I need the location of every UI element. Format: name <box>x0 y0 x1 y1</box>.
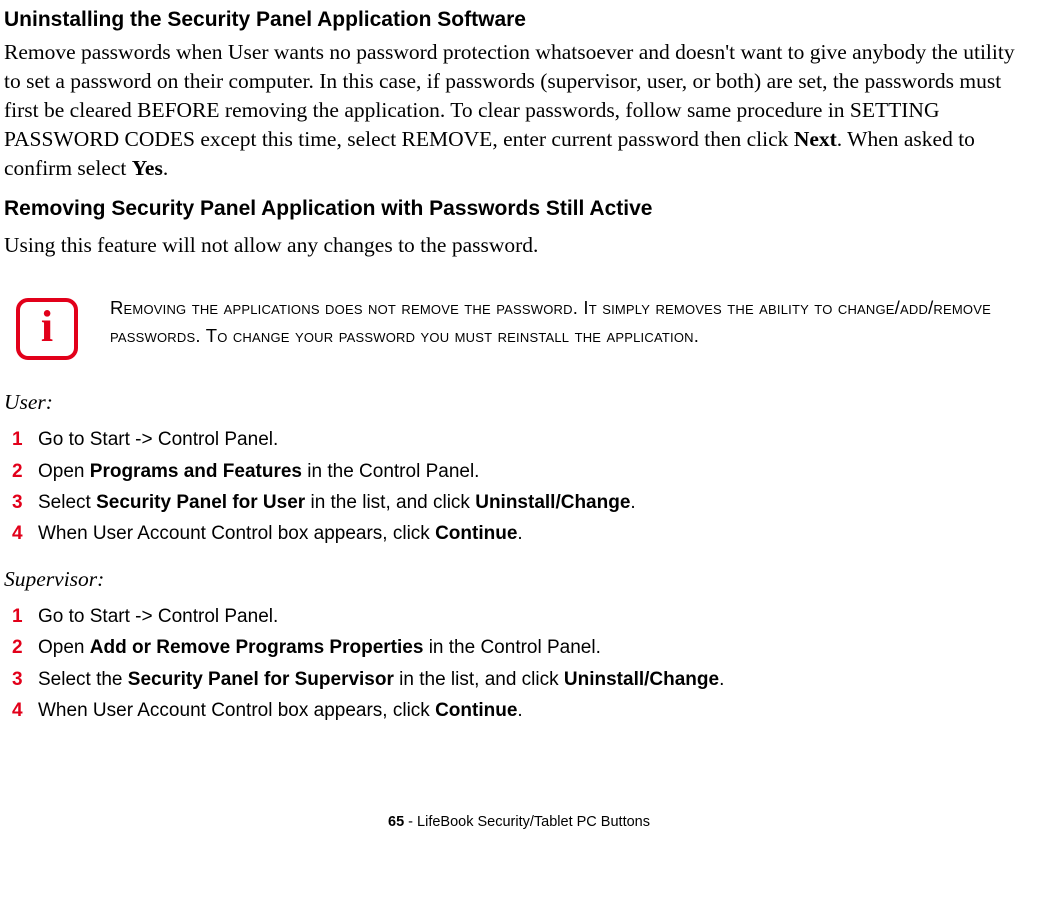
steps-supervisor: 1 Go to Start -> Control Panel. 2 Open A… <box>4 602 1034 728</box>
footer-title: LifeBook Security/Tablet PC Buttons <box>417 814 650 830</box>
text-span: Go to Start -> Control Panel. <box>38 606 278 627</box>
text-span: Open <box>38 461 90 482</box>
footer-separator: - <box>404 814 417 830</box>
bold-span: Continue <box>435 700 517 721</box>
bold-yes: Yes <box>132 156 163 180</box>
list-item: 3 Select Security Panel for User in the … <box>4 488 1034 519</box>
bold-span: Programs and Features <box>90 461 302 482</box>
page-footer: 65 - LifeBook Security/Tablet PC Buttons <box>4 814 1034 830</box>
bold-span: Continue <box>435 523 517 544</box>
text-span: Open <box>38 637 90 658</box>
list-item: 1 Go to Start -> Control Panel. <box>4 602 1034 633</box>
step-number: 4 <box>4 696 38 725</box>
text-span: Select <box>38 492 96 513</box>
list-item: 4 When User Account Control box appears,… <box>4 519 1034 550</box>
bold-span: Uninstall/Change <box>564 669 719 690</box>
steps-user: 1 Go to Start -> Control Panel. 2 Open P… <box>4 425 1034 551</box>
step-text: When User Account Control box appears, c… <box>38 519 523 548</box>
text-span: in the list, and click <box>394 669 564 690</box>
info-icon: i <box>16 298 78 360</box>
bold-span: Security Panel for Supervisor <box>128 669 394 690</box>
label-supervisor: Supervisor: <box>4 567 1034 592</box>
text-span: Go to Start -> Control Panel. <box>38 429 278 450</box>
text-span: Select the <box>38 669 128 690</box>
list-item: 4 When User Account Control box appears,… <box>4 696 1034 727</box>
step-number: 3 <box>4 665 38 694</box>
bold-span: Uninstall/Change <box>475 492 630 513</box>
text-span: When User Account Control box appears, c… <box>38 700 435 721</box>
step-number: 4 <box>4 519 38 548</box>
page-number: 65 <box>388 814 404 830</box>
bold-span: Add or Remove Programs Properties <box>90 637 424 658</box>
step-text: Go to Start -> Control Panel. <box>38 602 278 631</box>
step-number: 3 <box>4 488 38 517</box>
step-text: Select Security Panel for User in the li… <box>38 488 636 517</box>
list-item: 1 Go to Start -> Control Panel. <box>4 425 1034 456</box>
bold-next: Next <box>794 127 837 151</box>
bold-span: Security Panel for User <box>96 492 305 513</box>
text-span: in the Control Panel. <box>302 461 479 482</box>
document-page: Uninstalling the Security Panel Applicat… <box>0 0 1038 850</box>
step-number: 2 <box>4 457 38 486</box>
info-callout-text: Removing the applications does not remov… <box>110 294 1010 350</box>
list-item: 3 Select the Security Panel for Supervis… <box>4 665 1034 696</box>
step-text: Open Programs and Features in the Contro… <box>38 457 479 486</box>
section-heading-uninstalling: Uninstalling the Security Panel Applicat… <box>4 8 1034 32</box>
text-span: in the Control Panel. <box>423 637 600 658</box>
step-text: Select the Security Panel for Supervisor… <box>38 665 724 694</box>
paragraph-using-feature: Using this feature will not allow any ch… <box>4 231 1034 260</box>
step-text: Go to Start -> Control Panel. <box>38 425 278 454</box>
step-number: 1 <box>4 425 38 454</box>
text-span: . <box>630 492 635 513</box>
text-span: . <box>517 700 522 721</box>
text-span: When User Account Control box appears, c… <box>38 523 435 544</box>
step-number: 2 <box>4 633 38 662</box>
text-span: . <box>517 523 522 544</box>
section-heading-removing-active: Removing Security Panel Application with… <box>4 197 1034 221</box>
text-span: in the list, and click <box>305 492 475 513</box>
list-item: 2 Open Add or Remove Programs Properties… <box>4 633 1034 664</box>
label-user: User: <box>4 390 1034 415</box>
info-icon-letter: i <box>41 305 53 349</box>
step-number: 1 <box>4 602 38 631</box>
info-callout: i Removing the applications does not rem… <box>16 294 1034 360</box>
step-text: Open Add or Remove Programs Properties i… <box>38 633 601 662</box>
text-span: . <box>163 156 168 180</box>
list-item: 2 Open Programs and Features in the Cont… <box>4 457 1034 488</box>
paragraph-remove-passwords: Remove passwords when User wants no pass… <box>4 38 1034 183</box>
step-text: When User Account Control box appears, c… <box>38 696 523 725</box>
text-span: . <box>719 669 724 690</box>
